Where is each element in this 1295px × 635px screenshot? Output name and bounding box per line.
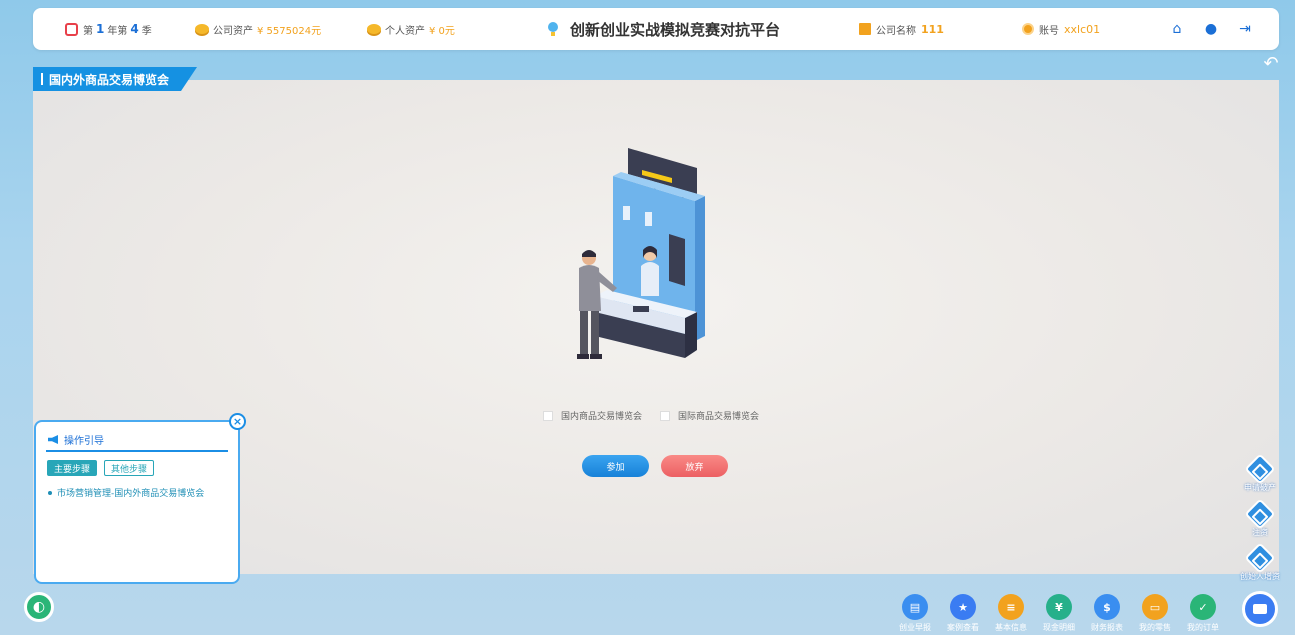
season-unit: 季 — [141, 25, 152, 37]
company-name: 公司名称 111 — [859, 8, 944, 50]
user-icon[interactable]: ● — [1204, 22, 1218, 36]
guide-step-item[interactable]: 市场营销管理-国内外商品交易博览会 — [48, 486, 204, 499]
bottom-nav-icon: ▭ — [1142, 594, 1168, 620]
company-assets-value: ¥ 5575024元 — [257, 25, 322, 37]
join-button[interactable]: 参加 — [582, 455, 649, 477]
building-icon — [859, 23, 871, 35]
guide-step-label: 市场营销管理-国内外商品交易博览会 — [57, 489, 205, 499]
company-assets: 公司资产 ¥ 5575024元 — [195, 8, 321, 50]
round-prefix: 第 — [83, 25, 93, 37]
platform-title: 创新创业实战模拟竞赛对抗平台 — [570, 20, 781, 39]
account-value: xxlc01 — [1064, 22, 1101, 36]
alarm-clock-icon — [65, 22, 78, 36]
bottom-nav-icon: ✓ — [1190, 594, 1216, 620]
diamond-badge-icon — [1244, 498, 1276, 530]
year-unit: 年第 — [107, 25, 128, 37]
guide-header: 操作引导 — [48, 432, 104, 447]
side-button-capital-injection[interactable]: 注资 — [1242, 498, 1278, 538]
fair-options: 国内商品交易博览会 国际商品交易博览会 — [543, 409, 759, 422]
option-domestic-label: 国内商品交易博览会 — [561, 412, 643, 422]
bottom-nav-item[interactable]: $ 财务报表 — [1087, 594, 1127, 633]
top-status-bar: 第 1 年第 4 季 公司资产 ¥ 5575024元 个人资产 ¥ 0元 创新创… — [33, 8, 1279, 50]
bottom-nav-item[interactable]: ≡ 基本信息 — [991, 594, 1031, 633]
lightbulb-icon — [546, 21, 560, 37]
bottom-nav-label: 创业早报 — [899, 623, 931, 632]
side-button-bankruptcy[interactable]: 申请破产 — [1242, 453, 1278, 493]
briefcase-glyph — [1253, 604, 1267, 614]
side-label-founder-capital: 创始人增资 — [1240, 572, 1280, 581]
bottom-nav-icon: ≡ — [998, 594, 1024, 620]
bottom-nav-label: 我的零售 — [1139, 623, 1171, 632]
guide-tabs: 主要步骤 其他步骤 — [47, 460, 155, 476]
logout-icon[interactable]: ⇥ — [1238, 22, 1252, 36]
account-badge-icon — [1022, 23, 1034, 35]
checkbox-domestic[interactable] — [543, 410, 553, 421]
operation-guide-panel: 操作引导 主要步骤 其他步骤 市场营销管理-国内外商品交易博览会 — [34, 420, 240, 584]
trade-fair-illustration — [577, 148, 705, 359]
bottom-nav-label: 我的订单 — [1187, 623, 1219, 632]
home-icon[interactable]: ⌂ — [1170, 22, 1184, 36]
bottom-nav: ▤ 创业早报 ★ 案例查看 ≡ 基本信息 ¥ 现金明细 $ 财务报表 ▭ 我的零售 ✓ 我的订单 — [895, 594, 1223, 633]
bottom-nav-label: 基本信息 — [995, 623, 1027, 632]
bottom-nav-item[interactable]: ✓ 我的订单 — [1183, 594, 1223, 633]
diamond-badge-icon — [1244, 453, 1276, 485]
side-label-bankruptcy: 申请破产 — [1244, 483, 1276, 492]
platform-title-group: 创新创业实战模拟竞赛对抗平台 — [546, 8, 780, 50]
quit-button[interactable]: 放弃 — [661, 455, 728, 477]
bottom-nav-item[interactable]: ¥ 现金明细 — [1039, 594, 1079, 633]
bottom-nav-icon: $ — [1094, 594, 1120, 620]
briefcase-icon[interactable] — [1242, 591, 1278, 627]
bullet-dot — [48, 490, 52, 495]
account-info: 账号 xxlc01 — [1022, 8, 1100, 50]
tab-main-steps[interactable]: 主要步骤 — [47, 460, 98, 476]
bottom-nav-icon: ¥ — [1046, 594, 1072, 620]
coin-icon — [195, 24, 209, 34]
close-icon[interactable]: × — [229, 413, 246, 430]
breadcrumb: 国内外商品交易博览会 — [33, 67, 197, 91]
guide-title: 操作引导 — [64, 436, 104, 447]
coin-icon — [367, 24, 381, 34]
option-international-label: 国际商品交易博览会 — [678, 412, 760, 422]
company-assets-label: 公司资产 — [213, 25, 253, 37]
personal-assets-label: 个人资产 — [385, 25, 425, 37]
company-name-value: 111 — [921, 22, 944, 36]
account-label: 账号 — [1039, 25, 1059, 37]
bottom-nav-label: 案例查看 — [947, 623, 979, 632]
year-number: 1 — [96, 22, 105, 36]
bottom-nav-item[interactable]: ▤ 创业早报 — [895, 594, 935, 633]
company-name-label: 公司名称 — [876, 25, 916, 37]
speaker-icon — [48, 435, 58, 444]
season-number: 4 — [130, 22, 139, 36]
bottom-nav-label: 财务报表 — [1091, 623, 1123, 632]
bottom-nav-label: 现金明细 — [1043, 623, 1075, 632]
option-domestic-fair[interactable]: 国内商品交易博览会 — [543, 409, 642, 422]
bottom-nav-item[interactable]: ★ 案例查看 — [943, 594, 983, 633]
page-title: 国内外商品交易博览会 — [49, 72, 170, 87]
diamond-badge-icon — [1244, 542, 1276, 574]
side-label-capital-injection: 注资 — [1252, 528, 1268, 537]
tab-other-steps[interactable]: 其他步骤 — [104, 460, 155, 476]
bottom-nav-icon: ▤ — [902, 594, 928, 620]
side-button-founder-capital[interactable]: 创始人增资 — [1240, 542, 1280, 582]
guide-divider — [46, 450, 228, 452]
back-icon[interactable]: ↶ — [1261, 55, 1281, 73]
personal-assets-value: ¥ 0元 — [429, 25, 455, 37]
option-international-fair[interactable]: 国际商品交易博览会 — [660, 409, 759, 422]
checkbox-international[interactable] — [660, 410, 671, 421]
bottom-nav-item[interactable]: ▭ 我的零售 — [1135, 594, 1175, 633]
bottom-nav-icon: ★ — [950, 594, 976, 620]
globe-icon[interactable]: ◐ — [24, 592, 54, 622]
personal-assets: 个人资产 ¥ 0元 — [367, 8, 455, 50]
breadcrumb-bar — [41, 73, 43, 85]
round-indicator: 第 1 年第 4 季 — [65, 8, 152, 50]
